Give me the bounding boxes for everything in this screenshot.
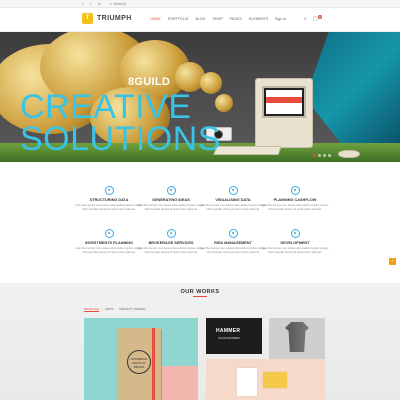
feature-title: GENERATING IDEAS xyxy=(152,198,190,202)
cart-count-badge: 0 xyxy=(318,15,322,19)
feature-title: INVESTMENTS PLANNING xyxy=(85,241,133,245)
signin-link[interactable]: Sign in xyxy=(275,17,286,21)
twitter-icon[interactable]: t xyxy=(90,1,91,7)
feature-brokerage-services: BROKERAGE SERVICES Nam liber tempor cum … xyxy=(136,229,206,254)
filter-identity-design[interactable]: Identity Design xyxy=(119,307,145,312)
pink-block xyxy=(162,366,198,400)
nav-elements[interactable]: Elements xyxy=(249,17,268,21)
nav-home[interactable]: Home xyxy=(150,17,161,21)
slider-dots xyxy=(313,154,331,157)
keyboard-image xyxy=(213,146,282,155)
feature-icon xyxy=(166,229,176,238)
retro-computer-image xyxy=(255,78,313,148)
filter-apps[interactable]: Apps xyxy=(105,307,113,312)
feature-title: STRUCTURING DATA xyxy=(89,198,129,202)
hero-brand: 8GUILD xyxy=(128,76,171,88)
nav-pages[interactable]: Pages xyxy=(230,17,242,21)
works-section: OUR WORKS Show All Apps Identity Design … xyxy=(0,283,400,400)
feature-icon xyxy=(228,186,238,195)
main-nav: Home Portfolio Blog Shop Pages Elements xyxy=(150,17,268,21)
feature-structuring-data: STRUCTURING DATA Nam liber tempor cum so… xyxy=(74,186,144,211)
feature-title: BROKERAGE SERVICES xyxy=(148,241,194,245)
logo-text[interactable]: TRIUMPH xyxy=(97,15,132,22)
feature-investments-planning: INVESTMENTS PLANNING Nam liber tempor cu… xyxy=(74,229,144,254)
chevron-up-icon[interactable]: › xyxy=(389,258,396,265)
filter-show-all[interactable]: Show All xyxy=(84,307,100,312)
slider-dot[interactable] xyxy=(313,154,316,157)
mouse-image xyxy=(338,150,360,158)
nav-portfolio[interactable]: Portfolio xyxy=(168,17,189,21)
gold-shape xyxy=(215,94,233,112)
feature-text: Nam liber tempor cum soluta nobis eleife… xyxy=(137,204,205,211)
poster-subtitle: ACCESSORIES xyxy=(218,336,240,340)
work-item-poster[interactable]: HAMMER ACCESSORIES xyxy=(206,318,262,354)
header: T TRIUMPH Home Portfolio Blog Shop Pages… xyxy=(0,8,400,32)
feature-icon xyxy=(166,186,176,195)
card-image xyxy=(236,367,258,397)
feature-title: VISUALISING DATA xyxy=(215,198,251,202)
feature-text: Nam liber tempor cum soluta nobis eleife… xyxy=(199,247,267,254)
feature-development: DEVELOPMENT Nam liber tempor cum soluta … xyxy=(260,229,330,254)
title-underline xyxy=(193,296,207,297)
feature-icon xyxy=(104,229,114,238)
notebook-band xyxy=(152,328,155,400)
slider-dot[interactable] xyxy=(323,154,326,157)
feature-risk-management: RISK MANAGEMENT Nam liber tempor cum sol… xyxy=(198,229,268,254)
card-image xyxy=(262,371,288,389)
hero-headline-line1: CREATIVE xyxy=(20,88,192,126)
hero-headline-line2: SOLUTIONS xyxy=(20,120,221,158)
facebook-icon[interactable]: f xyxy=(82,1,83,7)
feature-text: Nam liber tempor cum soluta nobis eleife… xyxy=(261,247,329,254)
works-title: OUR WORKS xyxy=(180,289,220,295)
work-item-cards[interactable] xyxy=(206,359,325,400)
top-search-link[interactable]: ⌕ Search xyxy=(110,1,126,7)
nav-blog[interactable]: Blog xyxy=(195,17,205,21)
feature-text: Nam liber tempor cum soluta nobis eleife… xyxy=(137,247,205,254)
shirt-image xyxy=(285,322,309,352)
notebook-stamp: NOTEBOOK MOCKUP BRAND xyxy=(127,350,151,374)
hero-slider: 8GUILD CREATIVE SOLUTIONS xyxy=(0,32,400,162)
hero-cube-graphic xyxy=(305,32,400,152)
logo-mark[interactable]: T xyxy=(82,13,93,24)
feature-text: Nam liber tempor cum soluta nobis eleife… xyxy=(199,204,267,211)
top-bar: f t in ⌕ Search xyxy=(0,0,400,8)
slider-dot[interactable] xyxy=(328,154,331,157)
feature-icon xyxy=(290,186,300,195)
feature-title: RISK MANAGEMENT xyxy=(214,241,252,245)
computer-screen xyxy=(262,86,306,118)
top-search-label: Search xyxy=(113,1,127,6)
work-item-notebook[interactable]: NOTEBOOK MOCKUP BRAND xyxy=(84,318,198,400)
feature-text: Nam liber tempor cum soluta nobis eleife… xyxy=(75,247,143,254)
linkedin-icon[interactable]: in xyxy=(98,1,101,7)
poster-title: HAMMER xyxy=(216,328,241,334)
works-filters: Show All Apps Identity Design xyxy=(84,307,145,312)
feature-text: Nam liber tempor cum soluta nobis eleife… xyxy=(261,204,329,211)
gold-shape xyxy=(200,72,222,94)
feature-icon xyxy=(104,186,114,195)
feature-text: Nam liber tempor cum soluta nobis eleife… xyxy=(75,204,143,211)
feature-icon xyxy=(228,229,238,238)
feature-title: PLANNING CASHFLOW xyxy=(273,198,317,202)
slider-dot[interactable] xyxy=(318,154,321,157)
feature-icon xyxy=(290,229,300,238)
feature-visualising-data: VISUALISING DATA Nam liber tempor cum so… xyxy=(198,186,268,211)
feature-planning-cashflow: PLANNING CASHFLOW Nam liber tempor cum s… xyxy=(260,186,330,211)
search-icon[interactable]: ⌕ xyxy=(304,16,307,22)
nav-shop[interactable]: Shop xyxy=(212,17,222,21)
feature-generating-ideas: GENERATING IDEAS Nam liber tempor cum so… xyxy=(136,186,206,211)
feature-title: DEVELOPMENT xyxy=(280,241,310,245)
